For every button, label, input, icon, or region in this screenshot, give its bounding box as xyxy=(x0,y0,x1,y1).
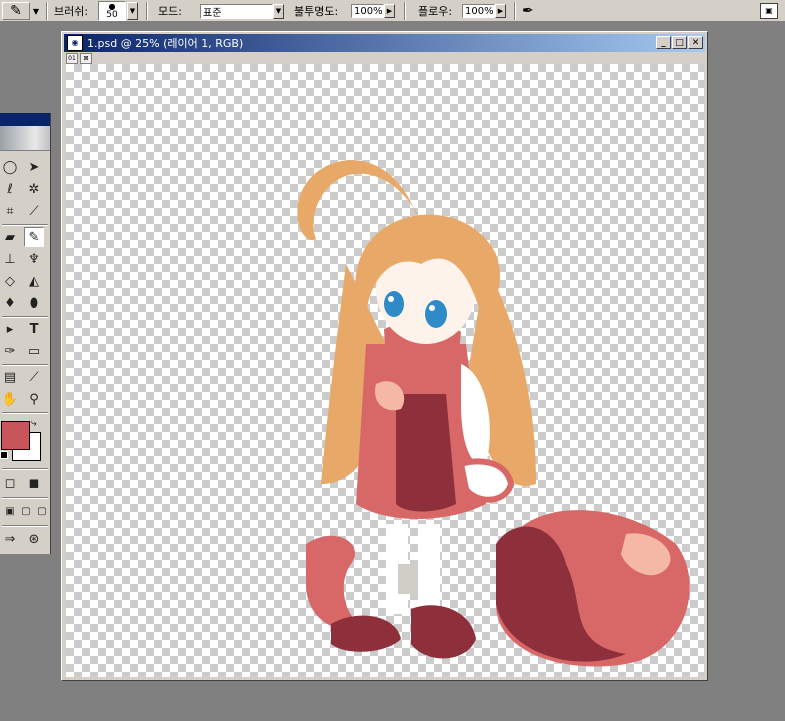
blur-tool-icon[interactable]: ♦ xyxy=(0,293,20,313)
minimize-icon[interactable]: _ xyxy=(656,36,671,49)
imageready-icon[interactable]: ⊛ xyxy=(24,529,44,549)
left-eye xyxy=(384,291,404,317)
type-tool-icon[interactable]: T xyxy=(24,319,44,339)
standard-mode-icon[interactable]: ◻ xyxy=(0,473,20,493)
foreground-color-swatch[interactable] xyxy=(1,421,30,450)
mode-select[interactable]: 표준 ▼ xyxy=(200,0,284,22)
right-eye-highlight xyxy=(429,305,435,311)
left-boot xyxy=(331,615,401,652)
document-status-icons: 01 ⊠ xyxy=(66,53,92,64)
photoshop-document-icon[interactable]: ◉ xyxy=(67,35,83,51)
dodge-tool-icon[interactable]: ⬮ xyxy=(24,293,44,313)
status-icon-zoom: 01 xyxy=(66,53,78,64)
chevron-down-icon[interactable]: ▼ xyxy=(127,2,138,20)
right-eye xyxy=(425,300,447,328)
mode-select-value: 표준 xyxy=(200,3,273,19)
brush-size-picker[interactable]: ● 50 ▼ xyxy=(98,0,138,22)
toolbox: ◯ ➤ ℓ ✲ ⌗ ⟋ ▰ ✎ ⊥ ♆ ◇ ◭ ♦ ⬮ ▸ T ✑ ▭ ▤ ⟋ … xyxy=(0,113,51,554)
paint-bucket-tool-icon[interactable]: ◭ xyxy=(24,271,44,291)
right-leg xyxy=(418,524,440,614)
left-tail xyxy=(306,535,366,630)
airbrush-icon[interactable]: ✒ xyxy=(522,0,534,22)
crop-tool-icon[interactable]: ⌗ xyxy=(0,201,20,221)
right-boot xyxy=(411,605,476,659)
tool-preset-picker[interactable]: ✎ ▼ xyxy=(2,0,42,22)
leg-shadow xyxy=(398,564,418,594)
shape-tool-icon[interactable]: ▭ xyxy=(24,341,44,361)
slice-tool-icon[interactable]: ⟋ xyxy=(24,201,44,221)
file-browser-button[interactable]: ▣ xyxy=(760,0,778,22)
full-screen-mode-icon[interactable]: ▢ xyxy=(32,501,52,521)
quick-mask-mode-icon[interactable]: ◼ xyxy=(24,473,44,493)
flow-label: 플로우: xyxy=(418,5,453,18)
opacity-label: 불투명도: xyxy=(294,5,339,18)
document-window: ◉ 1.psd @ 25% (레이어 1, RGB) _ □ ✕ 01 ⊠ xyxy=(61,31,708,681)
toolbox-logo[interactable] xyxy=(0,126,50,151)
clone-stamp-tool-icon[interactable]: ⊥ xyxy=(0,249,20,269)
chevron-right-icon[interactable]: ▶ xyxy=(384,4,395,18)
left-eye-highlight xyxy=(388,296,394,302)
default-colors-icon[interactable] xyxy=(0,451,8,459)
swap-colors-icon[interactable]: ⤷ xyxy=(31,418,37,429)
dress-shadow xyxy=(396,394,456,512)
document-title: 1.psd @ 25% (레이어 1, RGB) xyxy=(87,37,244,50)
history-brush-tool-icon[interactable]: ♆ xyxy=(24,249,44,269)
chevron-down-icon[interactable]: ▼ xyxy=(30,2,42,20)
path-selection-tool-icon[interactable]: ▸ xyxy=(0,319,20,339)
brush-size-value: 50 xyxy=(106,9,118,20)
magic-wand-tool-icon[interactable]: ✲ xyxy=(24,179,44,199)
move-tool-icon[interactable]: ➤ xyxy=(24,157,44,177)
hand-tool-icon[interactable]: ✋ xyxy=(0,389,20,409)
chevron-right-icon[interactable]: ▶ xyxy=(495,4,506,18)
options-bar: ✎ ▼ 브러쉬: ● 50 ▼ 모드: 표준 ▼ 불투명도: 100% ▶ 플로… xyxy=(0,0,785,22)
notes-tool-icon[interactable]: ▤ xyxy=(0,367,20,387)
document-titlebar[interactable]: ◉ 1.psd @ 25% (레이어 1, RGB) _ □ ✕ xyxy=(64,34,705,52)
opacity-input[interactable]: 100% xyxy=(351,4,384,18)
pen-tool-icon[interactable]: ✑ xyxy=(0,341,20,361)
character-illustration xyxy=(297,160,690,667)
brush-tool-icon[interactable]: ✎ xyxy=(2,2,30,20)
healing-tool-icon[interactable]: ▰ xyxy=(0,227,20,247)
flow-input[interactable]: 100% xyxy=(462,4,495,18)
brush-label: 브러쉬: xyxy=(54,5,89,18)
close-icon[interactable]: ✕ xyxy=(688,36,703,49)
zoom-tool-icon[interactable]: ⚲ xyxy=(24,389,44,409)
status-icon-info: ⊠ xyxy=(80,53,92,64)
file-browser-icon: ▣ xyxy=(760,3,778,19)
mode-label: 모드: xyxy=(158,5,182,18)
maximize-icon[interactable]: □ xyxy=(672,36,687,49)
document-canvas[interactable] xyxy=(66,64,704,677)
eraser-tool-icon[interactable]: ◇ xyxy=(0,271,20,291)
chevron-down-icon[interactable]: ▼ xyxy=(273,3,284,19)
brush-tool-icon[interactable]: ✎ xyxy=(24,227,44,247)
eyedropper-tool-icon[interactable]: ⟋ xyxy=(24,367,44,387)
jump-to-imageready-icon[interactable]: ⇒ xyxy=(0,529,20,549)
lasso-tool-icon[interactable]: ℓ xyxy=(0,179,20,199)
toolbox-titlebar[interactable] xyxy=(0,113,50,126)
right-cuff xyxy=(457,458,515,503)
marquee-tool-icon[interactable]: ◯ xyxy=(0,157,20,177)
